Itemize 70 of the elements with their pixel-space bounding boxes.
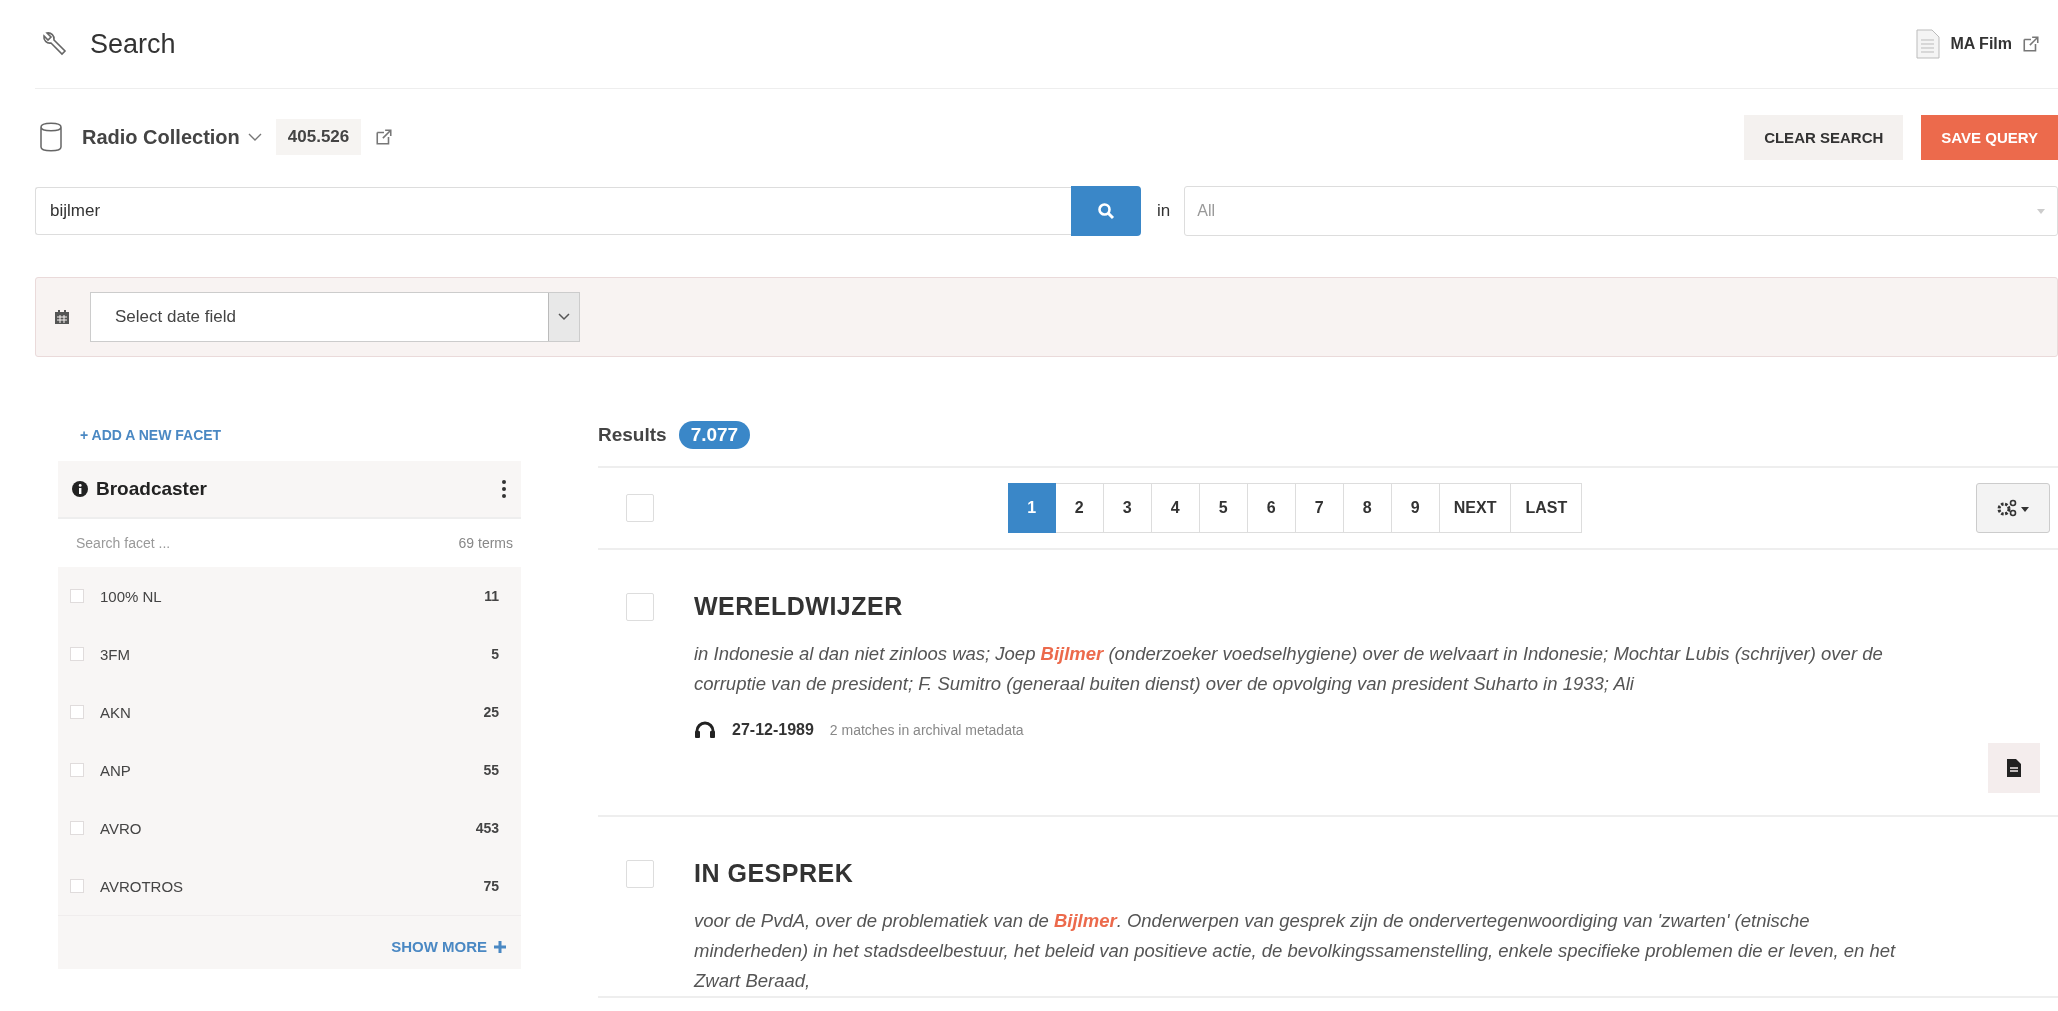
page-button[interactable]: 6: [1247, 483, 1296, 533]
info-icon: [72, 481, 88, 497]
page-button[interactable]: 2: [1055, 483, 1104, 533]
facet-count: 25: [483, 704, 499, 720]
result-snippet: voor de PvdA, over de problematiek van de Bijlmer. Onderwerpen van gesprek zijn de ondervertegenwoordiging van 'zwarten' (etnische minderheden) in het stadsdeelbestuur, het beleid van positieve actie, de bevolkingssamenstelling, enkele specifieke problemen die er leven, en het Zwart Beraad,: [694, 909, 1897, 993]
select-all-checkbox[interactable]: [626, 494, 654, 522]
chevron-down-icon[interactable]: [247, 132, 262, 142]
page-button[interactable]: LAST: [1511, 483, 1583, 533]
facet-count: 75: [483, 878, 499, 894]
search-icon: [1097, 202, 1115, 220]
facet-label[interactable]: AVROTROS: [100, 877, 484, 895]
result-checkbox[interactable]: [626, 592, 654, 621]
result-title[interactable]: IN GESPREK: [694, 859, 854, 888]
facet-checkbox[interactable]: [70, 821, 84, 835]
page-button[interactable]: 8: [1343, 483, 1392, 533]
facet-checkbox[interactable]: [70, 647, 84, 661]
facet-checkbox[interactable]: [70, 589, 84, 603]
search-button[interactable]: [1071, 186, 1141, 236]
caret-down-icon[interactable]: [2037, 208, 2045, 214]
add-facet-link[interactable]: + ADD A NEW FACET: [58, 419, 222, 451]
more-options-icon[interactable]: [501, 479, 507, 499]
facet-count: 55: [483, 762, 499, 778]
clear-search-button[interactable]: CLEAR SEARCH: [1744, 114, 1904, 160]
page-button[interactable]: 7: [1295, 483, 1344, 533]
result-snippet: in Indonesie al dan niet zinloos was; Joep Bijlmer (onderzoeker voedselhygiene) over de welvaart in Indonesie; Mochtar Lubis (schrijver) over de corruptie van de president; F. Sumitro (generaal buiten dienst) over de opvolging van president Suharto in 1933; Ali: [694, 642, 1884, 696]
result-title[interactable]: WERELDWIJZER: [694, 592, 903, 621]
external-link-icon[interactable]: [375, 128, 394, 146]
result-date: 27-12-1989: [732, 721, 814, 739]
facet-label[interactable]: AVRO: [100, 819, 476, 837]
page-button[interactable]: 5: [1199, 483, 1248, 533]
page-button[interactable]: 9: [1391, 483, 1440, 533]
facet-label[interactable]: ANP: [100, 761, 484, 779]
database-icon: [40, 122, 62, 152]
document-link[interactable]: MA Film: [1950, 35, 2012, 53]
search-field[interactable]: bijlmer: [35, 187, 1071, 235]
document-icon: [2007, 759, 2021, 777]
facet-label[interactable]: 100% NL: [100, 587, 485, 605]
page-button[interactable]: 1: [1007, 483, 1056, 533]
document-button[interactable]: [1988, 743, 2040, 793]
facet-checkbox[interactable]: [70, 879, 84, 893]
in-label: in: [1157, 201, 1171, 221]
facet-count: 453: [475, 820, 499, 836]
collection-selector[interactable]: Radio Collection: [82, 125, 240, 149]
page-button[interactable]: 4: [1151, 483, 1200, 533]
facet-label[interactable]: AKN: [100, 703, 484, 721]
page-title: Search: [90, 28, 176, 60]
chevron-down-icon[interactable]: [558, 313, 570, 321]
document-icon: [1916, 29, 1941, 59]
facet-count: 5: [491, 646, 499, 662]
plus-icon: [493, 939, 507, 954]
facet-count: 11: [484, 588, 499, 604]
facet-label[interactable]: 3FM: [100, 645, 492, 663]
result-checkbox[interactable]: [626, 859, 654, 888]
facet-checkbox[interactable]: [70, 763, 84, 777]
match-count: 2 matches in archival metadata: [829, 722, 1024, 738]
results-count: 7.077: [678, 421, 751, 449]
page-button[interactable]: 3: [1103, 483, 1152, 533]
facet-title: Broadcaster: [96, 478, 207, 500]
results-label: Results: [598, 424, 667, 446]
date-field-dropdown[interactable]: Select date field: [90, 292, 580, 342]
external-link-icon[interactable]: [2022, 35, 2040, 53]
calendar-icon: [54, 309, 70, 325]
terms-count: 69 terms: [458, 535, 513, 551]
gears-icon: [1996, 499, 2030, 517]
collection-count: 405.526: [275, 119, 362, 155]
headphones-icon: [694, 720, 716, 740]
wrench-icon: [40, 30, 68, 58]
settings-button[interactable]: [1976, 483, 2050, 533]
facet-checkbox[interactable]: [70, 705, 84, 719]
page-button[interactable]: NEXT: [1439, 483, 1512, 533]
